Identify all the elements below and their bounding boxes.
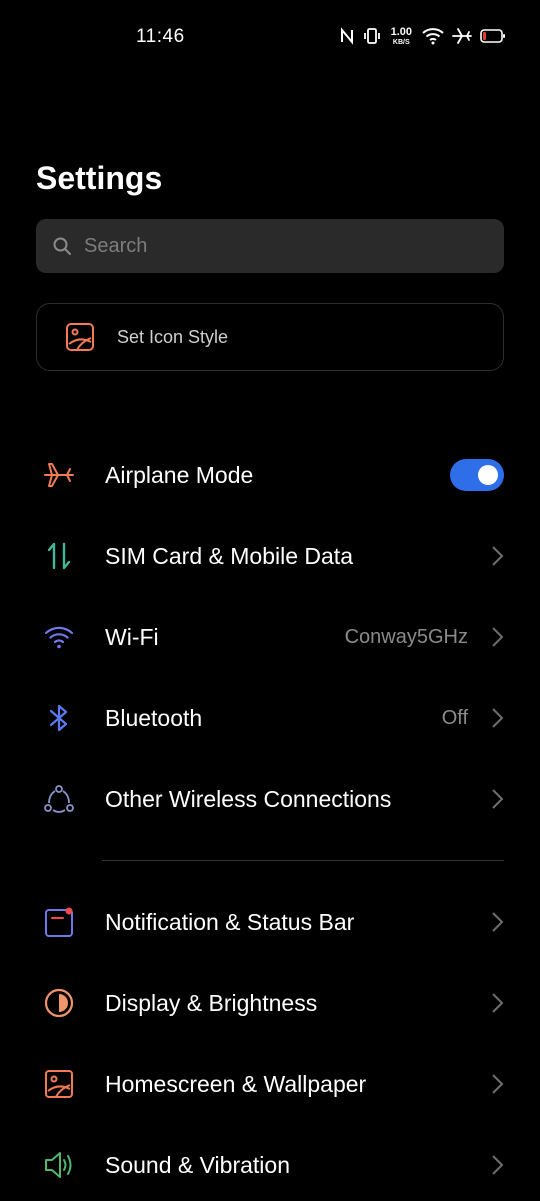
page-title: Settings xyxy=(36,160,163,196)
toggle-knob xyxy=(478,465,498,485)
search-bar[interactable] xyxy=(36,219,504,273)
settings-item-sound[interactable]: Sound & Vibration xyxy=(0,1129,540,1201)
bluetooth-label: Bluetooth xyxy=(105,704,203,731)
status-time: 11:46 xyxy=(136,26,185,47)
net-speed-unit: KB/S xyxy=(392,38,410,46)
sim-card-label: SIM Card & Mobile Data xyxy=(105,542,353,569)
settings-item-display[interactable]: Display & Brightness xyxy=(0,967,540,1039)
chevron-right-icon xyxy=(490,911,504,933)
chevron-right-icon xyxy=(490,788,504,810)
settings-item-homescreen[interactable]: Homescreen & Wallpaper xyxy=(0,1048,540,1120)
section-divider xyxy=(102,860,504,861)
brightness-icon xyxy=(42,986,76,1020)
settings-item-other-wireless[interactable]: Other Wireless Connections xyxy=(0,763,540,835)
bluetooth-icon xyxy=(42,701,76,735)
wifi-label: Wi-Fi xyxy=(105,623,159,650)
data-transfer-icon xyxy=(42,539,76,573)
set-icon-style-card[interactable]: Set Icon Style xyxy=(36,303,504,371)
chevron-right-icon xyxy=(490,626,504,648)
chevron-right-icon xyxy=(490,992,504,1014)
search-input[interactable] xyxy=(82,233,466,259)
chevron-right-icon xyxy=(490,1154,504,1176)
display-label: Display & Brightness xyxy=(105,989,318,1016)
chevron-right-icon xyxy=(490,545,504,567)
status-icons: 1.00 KB/S xyxy=(339,24,506,48)
wifi-network-value: Conway5GHz xyxy=(344,625,468,648)
wallpaper-icon xyxy=(42,1067,76,1101)
sound-label: Sound & Vibration xyxy=(105,1151,290,1178)
set-icon-style-label: Set Icon Style xyxy=(117,326,229,347)
connections-icon xyxy=(42,782,76,816)
notification-icon xyxy=(42,905,76,939)
settings-item-sim-card[interactable]: SIM Card & Mobile Data xyxy=(0,520,540,592)
airplane-mode-label: Airplane Mode xyxy=(105,461,254,488)
net-speed: 1.00 KB/S xyxy=(390,25,412,46)
airplane-icon xyxy=(42,458,76,492)
speaker-icon xyxy=(42,1148,76,1182)
wifi-icon xyxy=(422,27,444,45)
homescreen-label: Homescreen & Wallpaper xyxy=(105,1070,367,1097)
chevron-right-icon xyxy=(490,707,504,729)
battery-icon xyxy=(480,28,506,44)
settings-item-bluetooth[interactable]: Bluetooth Off xyxy=(0,682,540,754)
notification-label: Notification & Status Bar xyxy=(105,908,355,935)
airplane-icon xyxy=(452,27,472,45)
settings-item-airplane-mode[interactable]: Airplane Mode xyxy=(0,439,540,511)
vibrate-icon xyxy=(363,27,381,45)
status-bar: 11:46 1.00 KB/S xyxy=(0,0,540,72)
settings-item-notification[interactable]: Notification & Status Bar xyxy=(0,886,540,958)
settings-item-wifi[interactable]: Wi-Fi Conway5GHz xyxy=(0,601,540,673)
airplane-mode-toggle[interactable] xyxy=(450,459,504,491)
bluetooth-status-value: Off xyxy=(441,706,468,729)
image-icon xyxy=(65,322,95,352)
other-wireless-label: Other Wireless Connections xyxy=(105,785,392,812)
chevron-right-icon xyxy=(490,1073,504,1095)
net-speed-value: 1.00 xyxy=(390,25,412,38)
nfc-icon xyxy=(339,27,355,45)
search-icon xyxy=(52,236,72,256)
wifi-icon xyxy=(42,620,76,654)
